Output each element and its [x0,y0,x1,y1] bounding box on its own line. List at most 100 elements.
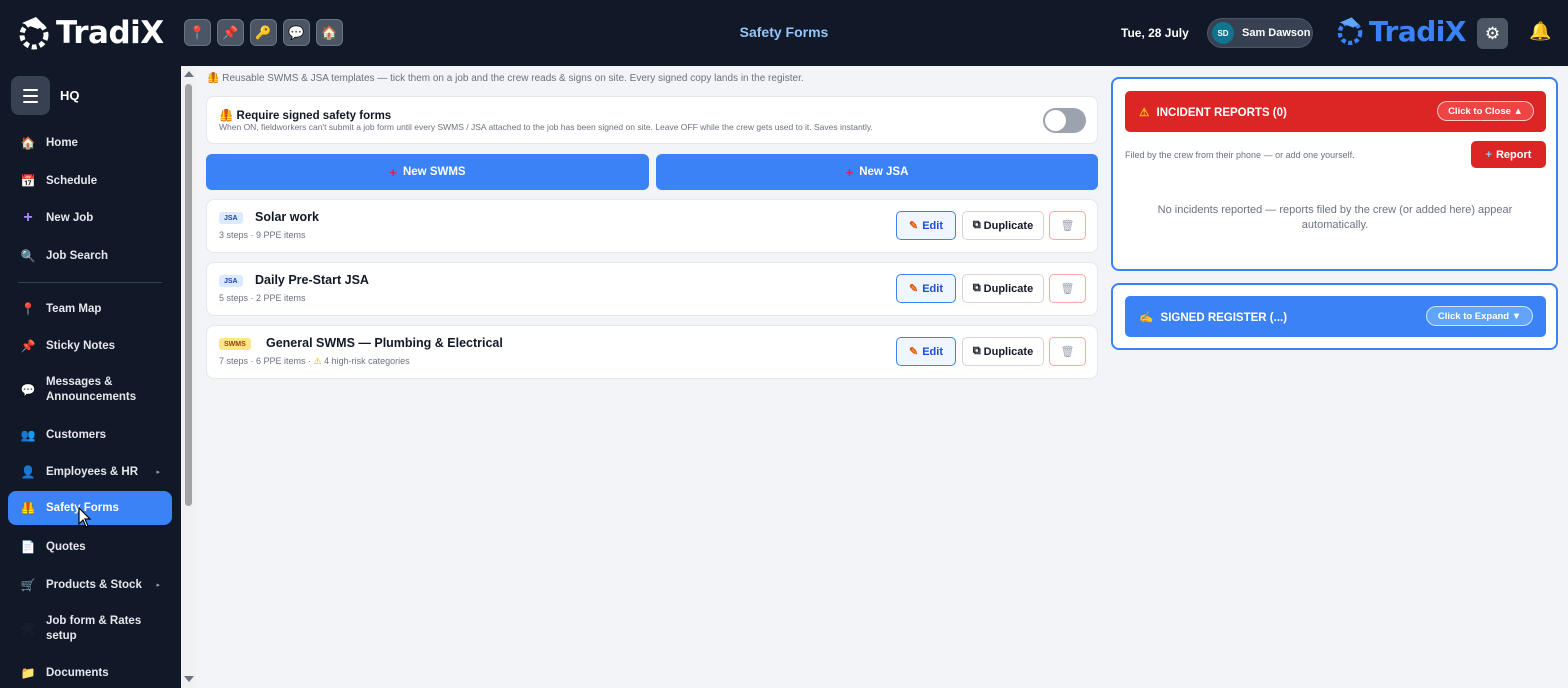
signing-hand-icon: ✍ [1139,312,1154,324]
signed-register-panel: ✍ SIGNED REGISTER (...) Click to Expand … [1111,283,1558,350]
sidebar-item-home[interactable]: 🏠 Home [8,133,172,153]
sidebar-item-schedule[interactable]: 📅 Schedule [8,171,172,191]
sidebar-item-new-job[interactable]: + New Job [8,208,172,228]
key-icon[interactable]: 🔑 [250,19,277,46]
template-meta: 5 steps · 2 PPE items [219,293,306,303]
top-bar: TradiX 📍 📌 🔑 💬 🏠 Safety Forms Tue, 28 Ju… [0,0,1568,66]
template-title[interactable]: Daily Pre-Start JSA [255,273,369,287]
sidebar-item-label: Employees & HR [46,465,139,478]
add-report-button[interactable]: + Report [1471,141,1546,168]
sidebar: HQ 🏠 Home 📅 Schedule + New Job 🔍 Job Sea… [0,66,181,688]
safety-vest-icon: 🦺 [207,73,220,84]
copy-icon: ⧉ [972,345,981,357]
incident-reports-header[interactable]: ⚠ INCIDENT REPORTS (0) Click to Close ▲ [1125,91,1546,132]
sidebar-item-employees-hr[interactable]: 👤 Employees & HR ▸ [8,462,172,482]
incident-title-label: INCIDENT REPORTS (0) [1156,107,1287,119]
delete-button[interactable]: 🗑 [1049,337,1086,366]
delete-button[interactable]: 🗑 [1049,274,1086,303]
template-card: JSA Daily Pre-Start JSA 5 steps · 2 PPE … [206,262,1098,316]
incident-reports-panel: ⚠ INCIDENT REPORTS (0) Click to Close ▲ … [1111,77,1558,271]
sidebar-item-job-form-rates[interactable]: 🛠 Job form & Rates setup [8,612,172,646]
scrollbar-thumb[interactable] [185,84,192,506]
pushpin-icon[interactable]: 📌 [217,19,244,46]
plus-icon: + [389,164,397,180]
cart-icon: 🛒 [20,578,36,592]
sidebar-header: HQ [11,76,80,115]
scroll-down-arrow-icon[interactable] [184,676,194,682]
pencil-icon: ✎ [909,346,919,358]
expand-register-button[interactable]: Click to Expand ▼ [1426,306,1533,326]
sidebar-item-customers[interactable]: 👥 Customers [8,425,172,445]
pencil-icon: ✎ [909,220,919,232]
copy-icon: ⧉ [972,282,981,294]
new-swms-label: New SWMS [402,166,466,178]
sidebar-item-products-stock[interactable]: 🛒 Products & Stock ▸ [8,575,172,595]
scroll-up-arrow-icon[interactable] [184,71,194,77]
logo-text: TradiX [56,15,164,51]
plus-icon: + [1485,148,1492,161]
gear-hand-logo-icon [1337,17,1363,46]
new-jsa-label: New JSA [859,166,909,178]
brand-logo: TradiX [1333,14,1466,48]
require-signed-toggle[interactable] [1043,108,1086,133]
sidebar-item-sticky-notes[interactable]: 📌 Sticky Notes [8,336,172,356]
hamburger-menu-icon[interactable] [11,76,50,115]
plus-icon: + [845,164,854,180]
sidebar-item-label: New Job [46,211,94,224]
template-meta: 7 steps · 6 PPE items · ⚠ 4 high-risk ca… [219,356,410,367]
pin-icon: 📍 [20,302,36,316]
require-signed-card: 🦺 Require signed safety forms When ON, f… [206,96,1098,144]
require-signed-description: When ON, fieldworkers can't submit a job… [219,122,873,132]
trash-icon: 🗑 [1060,220,1075,232]
sidebar-item-team-map[interactable]: 📍 Team Map [8,299,172,319]
user-name: Sam Dawson [1242,27,1311,39]
template-type-badge: SWMS [219,338,251,350]
collapse-incidents-button[interactable]: Click to Close ▲ [1437,101,1534,121]
document-icon: 📄 [20,540,36,554]
sidebar-item-quotes[interactable]: 📄 Quotes [8,537,172,557]
duplicate-button[interactable]: ⧉ Duplicate [962,274,1044,303]
template-title[interactable]: General SWMS — Plumbing & Electrical [266,336,503,350]
edit-button[interactable]: ✎ Edit [896,274,956,303]
duplicate-button[interactable]: ⧉ Duplicate [962,211,1044,240]
sidebar-item-label: Products & Stock [46,578,142,591]
sidebar-item-job-search[interactable]: 🔍 Job Search [8,246,172,266]
user-menu[interactable]: SD Sam Dawson [1207,18,1313,48]
sidebar-item-documents[interactable]: 📁 Documents [8,663,172,683]
delete-button[interactable]: 🗑 [1049,211,1086,240]
house-icon[interactable]: 🏠 [316,19,343,46]
avatar: SD [1212,22,1234,44]
new-swms-button[interactable]: + New SWMS [206,154,649,190]
template-title[interactable]: Solar work [255,210,319,224]
template-meta: 3 steps · 9 PPE items [219,230,306,240]
signed-register-header[interactable]: ✍ SIGNED REGISTER (...) Click to Expand … [1125,296,1546,337]
intro-label: Reusable SWMS & JSA templates — tick the… [222,73,804,84]
template-meta-label: 7 steps · 6 PPE items · [219,356,312,366]
edit-button[interactable]: ✎ Edit [896,211,956,240]
app-logo[interactable]: TradiX [14,12,164,54]
incidents-empty-message: No incidents reported — reports filed by… [1157,204,1513,231]
signed-register-title: ✍ SIGNED REGISTER (...) [1139,310,1287,324]
bell-icon[interactable]: 🔔 [1529,21,1551,42]
sidebar-scrollbar[interactable] [181,66,196,688]
sidebar-item-label: Job form & Rates setup [46,615,142,642]
pushpin-icon: 📌 [20,339,36,353]
sidebar-item-messages[interactable]: 💬 Messages & Announcements [8,373,172,407]
register-title-label: SIGNED REGISTER (...) [1160,312,1288,324]
pencil-icon: ✎ [909,283,919,295]
new-jsa-button[interactable]: + New JSA [656,154,1098,190]
template-card: SWMS General SWMS — Plumbing & Electrica… [206,325,1098,379]
intro-text: 🦺 Reusable SWMS & JSA templates — tick t… [207,73,804,84]
warning-icon: ⚠ [313,356,322,366]
pin-icon[interactable]: 📍 [184,19,211,46]
duplicate-button[interactable]: ⧉ Duplicate [962,337,1044,366]
settings-gear-icon[interactable]: ⚙ [1477,18,1508,49]
edit-button[interactable]: ✎ Edit [896,337,956,366]
chat-icon[interactable]: 💬 [283,19,310,46]
sidebar-item-label: Home [46,136,78,149]
edit-label: Edit [922,282,943,295]
people-icon: 👥 [20,428,36,442]
sidebar-section-label: HQ [60,88,80,103]
report-label: Report [1495,148,1532,161]
safety-vest-icon: 🦺 [20,501,36,515]
